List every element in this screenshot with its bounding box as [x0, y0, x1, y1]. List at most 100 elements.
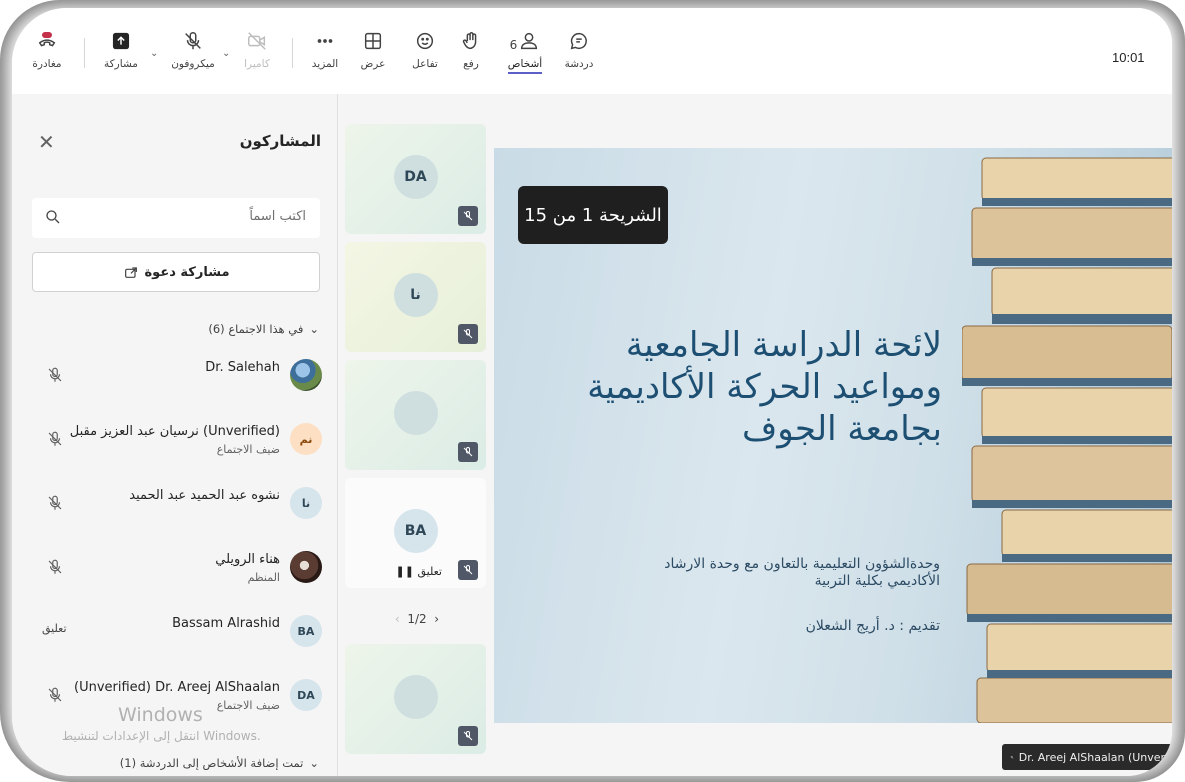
share-label: مشاركة: [104, 58, 138, 70]
avatar: نم: [290, 423, 322, 455]
avatar: [290, 551, 322, 583]
slide-subtitle-line: الأكاديمي بكلية التربية: [814, 573, 940, 589]
view-button[interactable]: عرض: [346, 30, 400, 86]
camera-off-icon: [248, 32, 266, 50]
slide-counter-badge: الشريحة 1 من 15: [518, 186, 668, 244]
grid-icon: [364, 32, 382, 50]
presenter-name-tag: Dr. Areej AlShaalan (Unverif: [1002, 744, 1172, 770]
participant-row[interactable]: نا نشوه عبد الحميد عبد الحميد: [12, 478, 338, 532]
windows-activation-watermark: Windows: [118, 704, 203, 726]
people-button[interactable]: 6 أشخاص: [498, 30, 552, 86]
slide-title-line: بجامعة الجوف: [742, 409, 942, 449]
participant-name: هناء الرويلي: [215, 552, 280, 567]
video-tile[interactable]: [345, 644, 486, 754]
chat-icon: [570, 32, 587, 50]
raise-label: رفع: [463, 58, 479, 70]
participants-panel: المشاركون ✕ اكتب اسماً مشاركة دعوة في هذ…: [12, 94, 338, 776]
in-meeting-section-header[interactable]: في هذا الاجتماع (6) ⌄: [208, 322, 319, 336]
people-icon-group: 6: [510, 30, 541, 52]
search-icon: [46, 210, 60, 224]
window-frame: مغادرة مشاركة ⌄ ميكروفون ⌄ كاميرا المزيد…: [0, 0, 1185, 782]
participant-name: Dr. Salehah: [205, 360, 280, 375]
avatar: DA: [290, 679, 322, 711]
mic-off-icon: [458, 560, 478, 580]
raise-hand-button[interactable]: رفع: [444, 30, 498, 86]
participant-row[interactable]: هناء الرويلي المنظم: [12, 542, 338, 596]
camera-label: كاميرا: [244, 58, 270, 70]
chevron-down-icon[interactable]: ⌄: [150, 48, 158, 59]
avatar: [290, 359, 322, 391]
participant-row[interactable]: BA Bassam Alrashid تعليق: [12, 606, 338, 660]
hand-icon: [462, 32, 477, 50]
teams-meeting-window: مغادرة مشاركة ⌄ ميكروفون ⌄ كاميرا المزيد…: [12, 8, 1172, 776]
participant-name: نشوه عبد الحميد عبد الحميد: [129, 488, 280, 503]
added-to-chat-label: تمت إضافة الأشخاص إلى الدردشة (1): [119, 756, 304, 770]
mic-off-icon: [48, 431, 62, 446]
slide-title-line: ومواعيد الحركة الأكاديمية: [587, 367, 942, 407]
video-tile[interactable]: نا: [345, 242, 486, 352]
leave-label: مغادرة: [32, 58, 62, 70]
toolbar-divider: [84, 38, 85, 68]
mic-button[interactable]: ميكروفون: [166, 30, 220, 86]
mic-label: ميكروفون: [171, 58, 215, 70]
participant-search-input[interactable]: اكتب اسماً: [32, 198, 320, 238]
chevron-down-icon: ⌄: [309, 322, 319, 336]
camera-button[interactable]: كاميرا: [230, 30, 284, 86]
tile-avatar: BA: [393, 509, 438, 553]
share-icon: [112, 32, 130, 50]
chat-button[interactable]: دردشة: [552, 30, 606, 86]
phone-icon: [38, 39, 56, 47]
participant-row[interactable]: نم نرسيان عبد العزيز مقبل (Unverified) ض…: [12, 414, 338, 468]
avatar: BA: [290, 615, 322, 647]
mic-off-icon: [458, 442, 478, 462]
mic-off-icon: [48, 687, 62, 702]
slide-subtitle-line: وحدةالشؤون التعليمية بالتعاون مع وحدة ال…: [664, 556, 940, 572]
added-to-chat-section[interactable]: تمت إضافة الأشخاص إلى الدردشة (1) ⌄: [120, 756, 319, 770]
slide-title-line: لائحة الدراسة الجامعية: [625, 325, 942, 365]
participant-role: ضيف الاجتماع: [216, 699, 280, 712]
mic-off-icon: [185, 32, 201, 50]
meeting-toolbar: مغادرة مشاركة ⌄ ميكروفون ⌄ كاميرا المزيد…: [12, 8, 1172, 94]
people-count: 6: [509, 38, 518, 52]
pager-label: 1/2: [407, 612, 427, 626]
tile-hold-status: ❚❚ تعليق: [395, 565, 442, 578]
participant-role: ضيف الاجتماع: [216, 443, 280, 456]
close-icon[interactable]: ✕: [38, 130, 55, 154]
more-button[interactable]: المزيد: [298, 30, 352, 86]
windows-activation-hint: انتقل إلى الإعدادات لتنشيط Windows.: [62, 729, 261, 743]
mic-off-icon: [48, 367, 62, 382]
mic-off-icon: [458, 206, 478, 226]
participant-row[interactable]: Dr. Salehah: [12, 350, 338, 404]
smiley-icon: [416, 32, 434, 50]
mic-off-icon: [1010, 755, 1014, 759]
people-label: أشخاص: [507, 58, 543, 74]
person-icon: [521, 32, 538, 50]
tile-avatar: [393, 675, 438, 719]
search-placeholder: اكتب اسماً: [249, 209, 306, 224]
shared-slide[interactable]: الشريحة 1 من 15 لائحة الدراسة الجامعية و…: [494, 148, 1172, 723]
shared-content-stage: الشريحة 1 من 15 لائحة الدراسة الجامعية و…: [494, 94, 1172, 776]
video-tile[interactable]: BA ❚❚ تعليق: [345, 478, 486, 588]
video-tile[interactable]: [345, 360, 486, 470]
presenter-name: Dr. Areej AlShaalan (Unverif: [1018, 750, 1172, 764]
mic-off-icon: [48, 559, 62, 574]
mic-off-icon: [458, 726, 478, 746]
chevron-left-icon[interactable]: ‹: [395, 612, 400, 626]
tile-avatar: DA: [393, 155, 438, 199]
view-label: عرض: [360, 58, 386, 70]
in-meeting-label: في هذا الاجتماع (6): [208, 322, 304, 336]
slide-subtitle: وحدةالشؤون التعليمية بالتعاون مع وحدة ال…: [520, 556, 940, 590]
more-label: المزيد: [311, 58, 339, 70]
panel-title: المشاركون: [239, 132, 321, 150]
chevron-right-icon[interactable]: ›: [434, 612, 439, 626]
react-label: تفاعل: [412, 58, 438, 70]
tile-pager[interactable]: ‹ 1/2 ›: [342, 612, 492, 626]
leave-button[interactable]: مغادرة: [20, 30, 74, 86]
video-tile[interactable]: DA: [345, 124, 486, 234]
mic-off-icon: [458, 324, 478, 344]
participant-name: (Unverified) Dr. Areej AlShaalan: [74, 680, 280, 695]
share-invite-button[interactable]: مشاركة دعوة: [32, 252, 320, 292]
share-invite-icon: [124, 267, 137, 278]
share-button[interactable]: مشاركة: [94, 30, 148, 86]
toolbar-divider: [292, 38, 293, 68]
